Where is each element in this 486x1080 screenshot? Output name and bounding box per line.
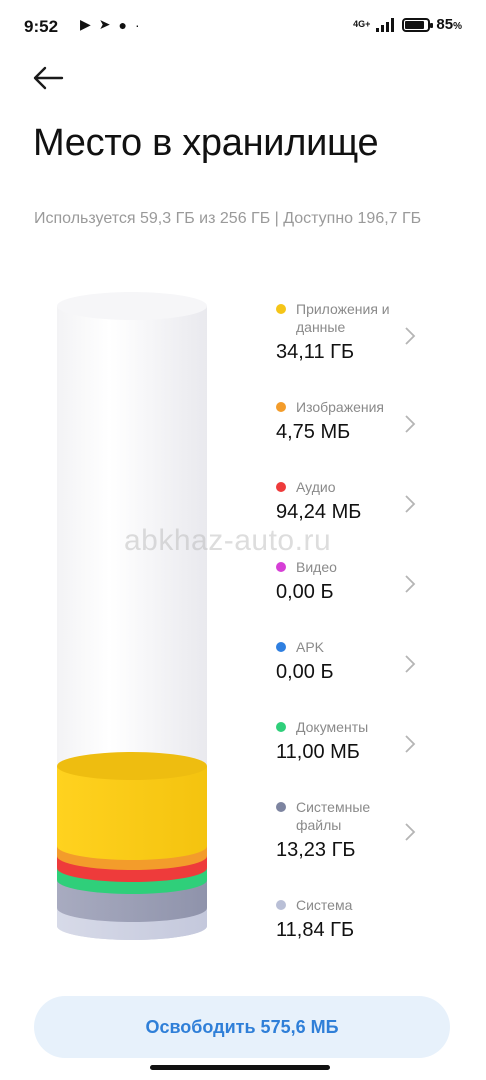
dot-icon xyxy=(276,802,286,812)
watermark: abkhaz-auto.ru xyxy=(124,524,332,557)
category-value: 13,23 ГБ xyxy=(276,839,356,861)
dot-icon xyxy=(276,900,286,910)
play-notification-icon: ▶ xyxy=(80,16,91,32)
category-label: Приложения и данные xyxy=(296,301,390,335)
dot-icon xyxy=(276,562,286,572)
category-video[interactable]: Видео 0,00 Б xyxy=(270,558,460,604)
network-type: 4G+ xyxy=(353,19,371,29)
category-audio[interactable]: Аудио 94,24 МБ xyxy=(270,478,460,524)
cylinder-top xyxy=(57,292,207,320)
category-value: 11,00 МБ xyxy=(276,741,360,763)
category-apps[interactable]: Приложения и данные 34,11 ГБ xyxy=(270,300,460,364)
category-value: 34,11 ГБ xyxy=(276,341,355,363)
category-value: 0,00 Б xyxy=(276,661,334,683)
chevron-right-icon xyxy=(405,415,416,433)
category-value: 94,24 МБ xyxy=(276,501,362,523)
chevron-right-icon xyxy=(405,575,416,593)
category-label: APK xyxy=(296,639,325,655)
category-label: Видео xyxy=(296,559,337,575)
dot-icon xyxy=(276,482,286,492)
more-notifications-icon: · xyxy=(134,16,140,33)
chevron-right-icon xyxy=(405,495,416,513)
category-value: 0,00 Б xyxy=(276,581,334,603)
category-images[interactable]: Изображения 4,75 МБ xyxy=(270,398,460,444)
chevron-right-icon xyxy=(405,655,416,673)
free-up-button[interactable]: Освободить 575,6 МБ xyxy=(34,996,450,1058)
home-indicator[interactable] xyxy=(150,1065,330,1070)
category-system: Система 11,84 ГБ xyxy=(270,896,460,942)
storage-cylinder xyxy=(56,290,208,956)
notification-icons: ▶ ➤ ● · xyxy=(80,16,140,33)
category-label: Документы xyxy=(296,719,369,735)
telegram-icon: ➤ xyxy=(98,16,111,32)
status-time: 9:52 xyxy=(24,17,59,36)
back-button[interactable] xyxy=(28,58,68,98)
category-label: Системные файлы xyxy=(296,799,371,833)
signal-icon xyxy=(376,17,395,32)
page-title: Место в хранилище xyxy=(33,122,379,164)
category-apk[interactable]: APK 0,00 Б xyxy=(270,638,460,684)
category-label: Аудио xyxy=(296,479,336,495)
category-system-files[interactable]: Системные файлы 13,23 ГБ xyxy=(270,798,460,862)
dot-icon xyxy=(276,402,286,412)
dot-icon xyxy=(276,642,286,652)
dot-icon xyxy=(276,304,286,314)
category-documents[interactable]: Документы 11,00 МБ xyxy=(270,718,460,764)
app-notification-icon: ● xyxy=(118,16,127,33)
arrow-left-icon xyxy=(33,66,64,90)
storage-summary: Используется 59,3 ГБ из 256 ГБ | Доступн… xyxy=(34,210,422,227)
chevron-right-icon xyxy=(405,327,416,345)
category-label: Система xyxy=(296,897,353,913)
battery-percent: 85% xyxy=(436,16,462,33)
chevron-right-icon xyxy=(405,823,416,841)
chevron-right-icon xyxy=(405,735,416,753)
system-icons: 4G+ 85% xyxy=(353,16,462,33)
category-label: Изображения xyxy=(296,399,384,415)
battery-icon xyxy=(402,17,434,32)
category-value: 4,75 МБ xyxy=(276,421,351,443)
status-bar: 9:52 ▶ ➤ ● · 4G+ 85% xyxy=(0,0,486,52)
category-value: 11,84 ГБ xyxy=(276,919,355,941)
dot-icon xyxy=(276,722,286,732)
